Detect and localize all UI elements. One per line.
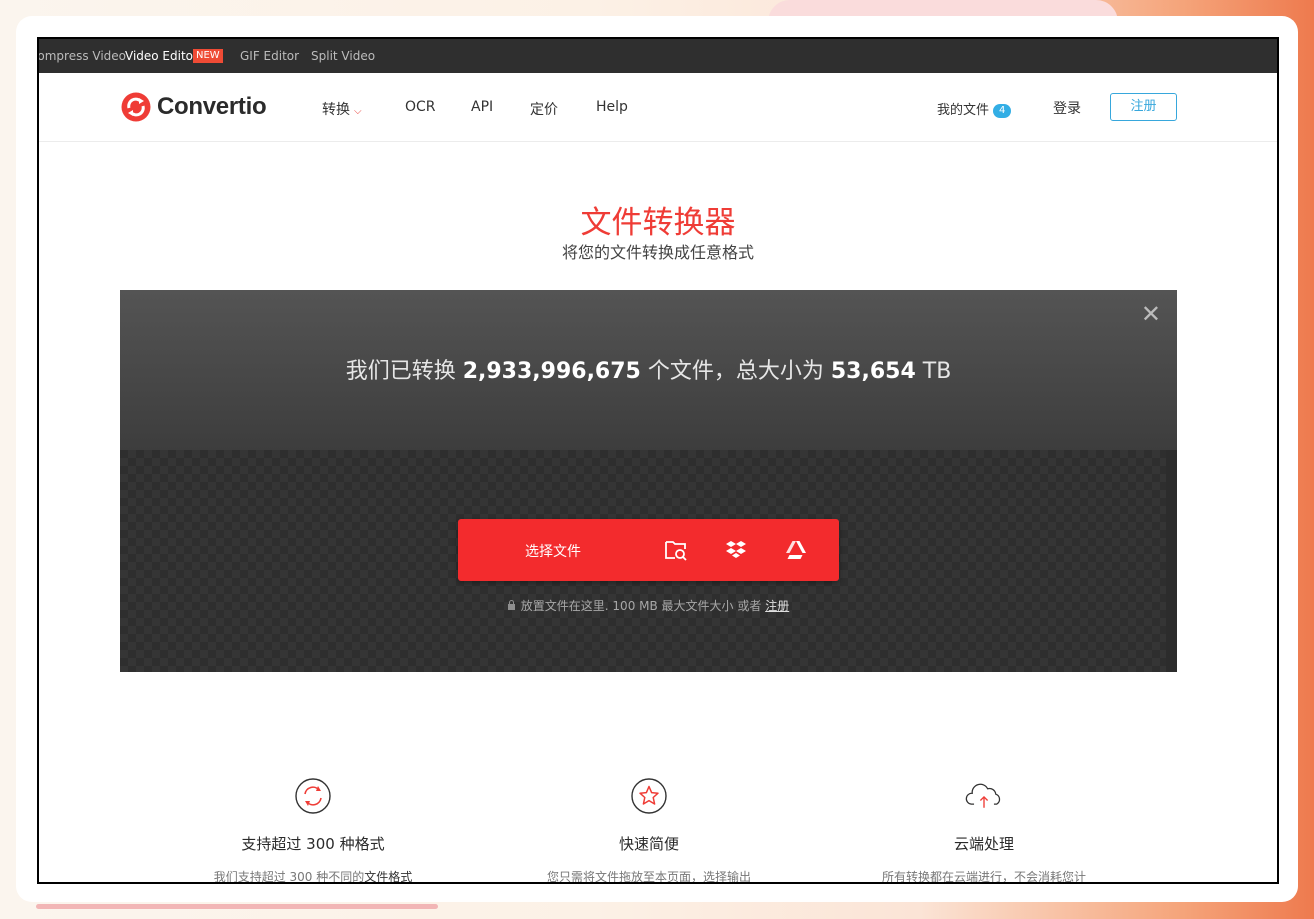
feature-formats: 支持超过 300 种格式 我们支持超过 300 种不同的文件格式 xyxy=(163,777,463,884)
feature-formats-desc: 我们支持超过 300 种不同的文件格式 xyxy=(163,868,463,884)
upload-hint-register-link[interactable]: 注册 xyxy=(765,599,789,613)
file-formats-link[interactable]: 文件格式 xyxy=(364,870,412,882)
top-tools-bar: Compress Video Video Editor NEW GIF Edit… xyxy=(39,39,1277,73)
google-drive-icon[interactable] xyxy=(784,538,808,562)
feature-cloud-desc: 所有转换都在云端进行，不会消耗您计 xyxy=(881,870,1086,884)
main-nav: Convertio 转换 ⌵ OCR API 定价 Help 我的文件 4 登录 注… xyxy=(39,73,1277,142)
stats-files-count: 2,933,996,675 xyxy=(462,359,641,384)
new-badge: NEW xyxy=(193,49,223,63)
nav-item-api[interactable]: API xyxy=(471,99,493,115)
page-title: 文件转换器 xyxy=(580,205,736,241)
convertio-logo-icon xyxy=(121,92,151,122)
upload-hint-text: 放置文件在这里. 100 MB 最大文件大小 或者 xyxy=(520,599,766,613)
nav-item-convert-label: 转换 xyxy=(322,102,350,118)
feature-cloud-title: 云端处理 xyxy=(953,835,1014,853)
close-icon[interactable]: ✕ xyxy=(1141,302,1161,326)
feature-fast-title: 快速简便 xyxy=(618,835,679,853)
topbar-item-split-video[interactable]: Split Video xyxy=(311,49,375,63)
stats-unit: TB xyxy=(915,359,952,384)
nav-item-pricing[interactable]: 定价 xyxy=(530,99,558,119)
page-subtitle: 将您的文件转换成任意格式 xyxy=(561,243,754,262)
page-frame: Compress Video Video Editor NEW GIF Edit… xyxy=(37,37,1279,884)
upload-hint: 放置文件在这里. 100 MB 最大文件大小 或者 注册 xyxy=(120,597,1177,614)
stats-middle: 个文件，总大小为 xyxy=(640,359,831,384)
file-uploader: 选择文件 xyxy=(458,519,839,581)
star-icon xyxy=(631,778,667,814)
topbar-item-compress-video[interactable]: Compress Video xyxy=(39,49,126,63)
choose-files-button[interactable]: 选择文件 xyxy=(525,541,581,561)
my-files-count-badge: 4 xyxy=(993,104,1012,118)
stats-total-size: 53,654 xyxy=(830,359,916,384)
logo-text: Convertio xyxy=(157,93,267,120)
stats-prefix: 我们已转换 xyxy=(345,359,463,384)
topbar-item-video-editor[interactable]: Video Editor xyxy=(125,49,198,63)
nav-item-help[interactable]: Help xyxy=(596,99,628,115)
lock-icon xyxy=(507,600,515,610)
logo[interactable]: Convertio xyxy=(121,92,267,122)
feature-formats-title: 支持超过 300 种格式 xyxy=(241,835,385,853)
stats-banner: ✕ 我们已转换 2,933,996,675 个文件，总大小为 53,654 TB xyxy=(120,290,1177,450)
feature-fast: 快速简便 您只需将文件拖放至本页面，选择输出 xyxy=(499,777,799,884)
nav-item-ocr[interactable]: OCR xyxy=(405,99,436,115)
feature-cloud: 云端处理 所有转换都在云端进行，不会消耗您计 xyxy=(834,777,1134,884)
chevron-down-icon: ⌵ xyxy=(354,106,362,117)
refresh-icon xyxy=(295,778,331,814)
my-files-label: 我的文件 xyxy=(937,103,990,118)
my-files-link[interactable]: 我的文件 4 xyxy=(937,99,1012,118)
register-button[interactable]: 注册 xyxy=(1110,93,1177,121)
folder-search-icon[interactable] xyxy=(664,538,688,562)
cloud-upload-icon xyxy=(965,783,1001,808)
dropbox-icon[interactable] xyxy=(724,538,748,562)
feature-fast-desc: 您只需将文件拖放至本页面，选择输出 xyxy=(546,870,751,884)
background-scroll-indicator xyxy=(36,904,438,909)
upload-panel: ✕ 我们已转换 2,933,996,675 个文件，总大小为 53,654 TB… xyxy=(120,290,1177,672)
feature-formats-desc-text: 我们支持超过 300 种不同的 xyxy=(213,870,365,884)
nav-item-convert[interactable]: 转换 ⌵ xyxy=(322,99,362,119)
topbar-item-gif-editor[interactable]: GIF Editor xyxy=(240,49,299,63)
conversion-stats: 我们已转换 2,933,996,675 个文件，总大小为 53,654 TB xyxy=(120,353,1177,385)
login-link[interactable]: 登录 xyxy=(1053,98,1081,118)
